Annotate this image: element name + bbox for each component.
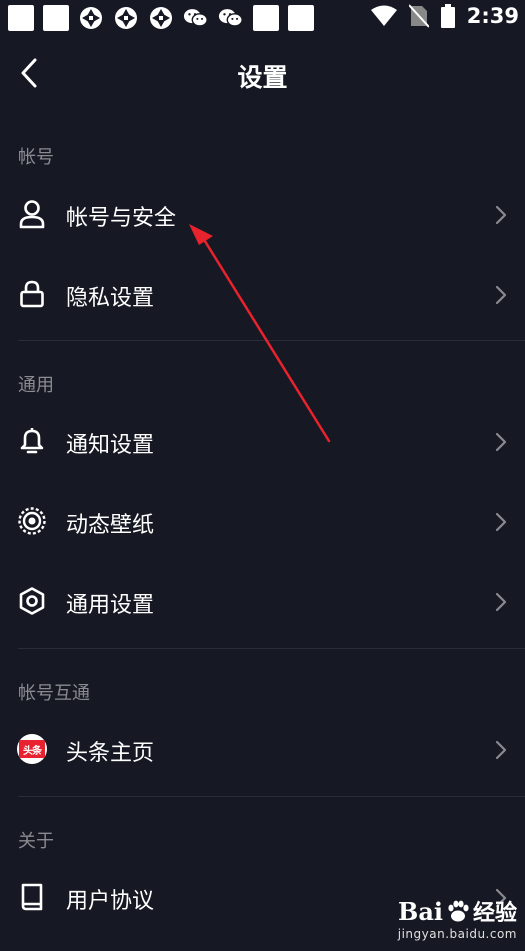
- chevron-right-icon: [495, 592, 507, 612]
- status-bar: 2:39: [0, 0, 525, 36]
- notification-square-icon: [253, 5, 279, 31]
- wechat-icon: [218, 5, 244, 31]
- watermark-logo-text: Bai: [398, 896, 443, 926]
- chevron-right-icon: [495, 285, 507, 305]
- book-icon: [16, 881, 48, 913]
- toutiao-badge-text: 头条: [19, 740, 45, 758]
- system-icons: 2:39: [370, 4, 519, 28]
- bell-icon: [16, 425, 48, 457]
- row-label: 隐私设置: [66, 286, 155, 311]
- wallpaper-icon: [16, 505, 48, 537]
- row-toutiao-home[interactable]: 头条 头条主页: [0, 717, 525, 785]
- section-header-general: 通用: [18, 375, 54, 396]
- section-header-account: 帐号: [18, 147, 54, 168]
- baidu-jingyan-watermark: Bai 经验 jingyan.baidu.com: [397, 895, 517, 942]
- nav-bar: 设置: [0, 44, 525, 104]
- no-sim-icon: [408, 4, 429, 28]
- row-label: 帐号与安全: [66, 206, 177, 231]
- toutiao-logo-icon: 头条: [16, 733, 48, 765]
- row-account-security[interactable]: 帐号与安全: [0, 182, 525, 250]
- notification-icons: [8, 5, 314, 31]
- chevron-right-icon: [495, 205, 507, 225]
- chevron-right-icon: [495, 740, 507, 760]
- section-header-about: 关于: [18, 831, 54, 852]
- aperture-icon: [148, 5, 174, 31]
- row-label: 通知设置: [66, 433, 155, 458]
- row-general-settings[interactable]: 通用设置: [0, 569, 525, 637]
- row-label: 通用设置: [66, 593, 155, 618]
- notification-square-icon: [8, 5, 34, 31]
- section-divider: [18, 340, 525, 341]
- row-label: 头条主页: [66, 741, 155, 766]
- wechat-icon: [183, 5, 209, 31]
- section-divider: [18, 796, 525, 797]
- notification-square-icon: [43, 5, 69, 31]
- status-time: 2:39: [466, 4, 519, 28]
- row-privacy[interactable]: 隐私设置: [0, 262, 525, 330]
- row-label: 动态壁纸: [66, 513, 155, 538]
- chevron-right-icon: [495, 512, 507, 532]
- lock-icon: [16, 278, 48, 310]
- wifi-icon: [370, 5, 397, 26]
- gear-icon: [16, 585, 48, 617]
- row-live-wallpaper[interactable]: 动态壁纸: [0, 489, 525, 557]
- battery-icon: [440, 4, 455, 28]
- watermark-url: jingyan.baidu.com: [397, 927, 517, 941]
- notification-square-icon: [288, 5, 314, 31]
- aperture-icon: [113, 5, 139, 31]
- section-header-interop: 帐号互通: [18, 683, 90, 704]
- aperture-icon: [78, 5, 104, 31]
- chevron-right-icon: [495, 432, 507, 452]
- person-icon: [16, 198, 48, 230]
- baidu-paw-icon: [448, 900, 469, 922]
- row-label: 用户协议: [66, 889, 155, 914]
- watermark-logo-tail: 经验: [472, 901, 517, 926]
- section-divider: [18, 648, 525, 649]
- row-notifications[interactable]: 通知设置: [0, 409, 525, 477]
- page-title: 设置: [237, 63, 288, 92]
